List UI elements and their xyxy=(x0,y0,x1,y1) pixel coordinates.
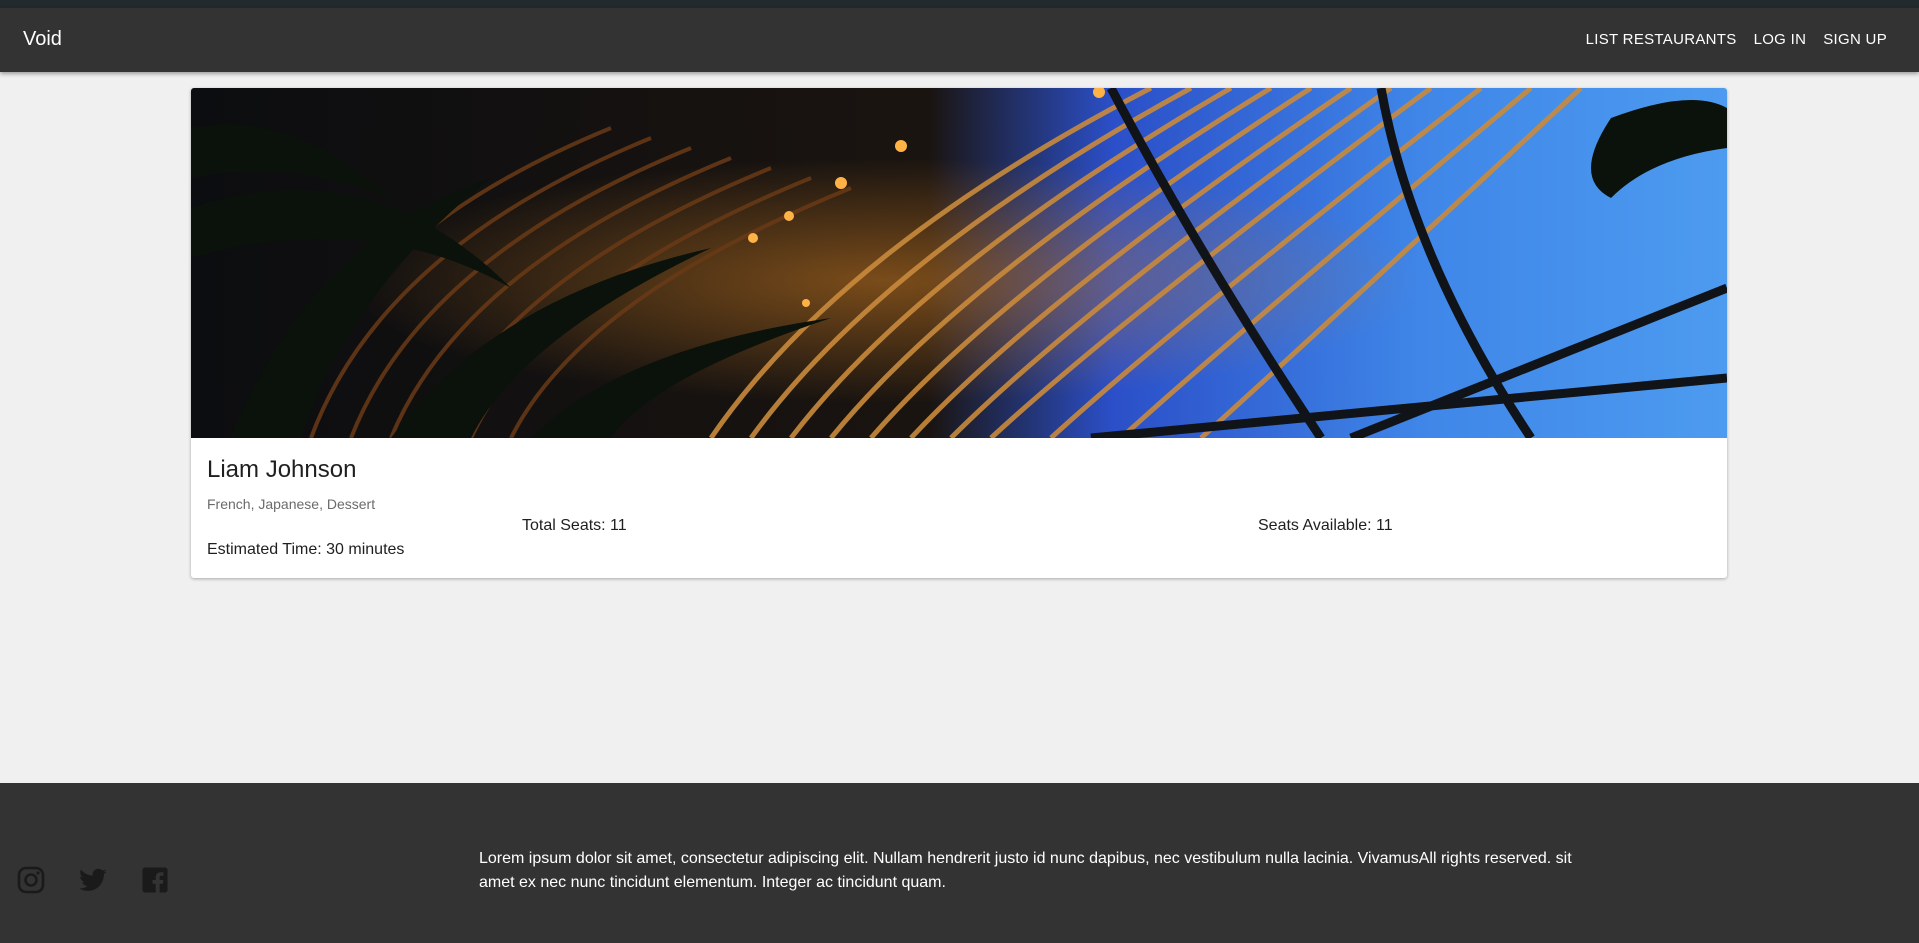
restaurant-card[interactable]: Liam Johnson French, Japanese, Dessert T… xyxy=(191,88,1727,578)
brand-logo[interactable]: Void xyxy=(23,28,62,51)
app-bar: Void LIST RESTAURANTS LOG IN SIGN UP xyxy=(0,8,1919,72)
restaurant-name: Liam Johnson xyxy=(207,456,357,483)
footer-text: Lorem ipsum dolor sit amet, consectetur … xyxy=(479,850,1572,891)
instagram-icon[interactable] xyxy=(16,865,46,895)
twitter-icon[interactable] xyxy=(78,865,108,895)
restaurant-cuisines: French, Japanese, Dessert xyxy=(207,496,376,512)
seats-available: Seats Available: 11 xyxy=(1258,517,1393,534)
nav-sign-up[interactable]: SIGN UP xyxy=(1823,31,1887,48)
nav-log-in[interactable]: LOG IN xyxy=(1754,31,1807,48)
restaurant-image xyxy=(191,88,1727,438)
estimated-time: Estimated Time: 30 minutes xyxy=(207,541,405,558)
main-nav: LIST RESTAURANTS LOG IN SIGN UP xyxy=(1586,31,1887,48)
social-links xyxy=(16,865,170,895)
nav-list-restaurants[interactable]: LIST RESTAURANTS xyxy=(1586,31,1737,48)
top-strip xyxy=(0,0,1919,8)
facebook-icon[interactable] xyxy=(140,865,170,895)
total-seats: Total Seats: 11 xyxy=(522,517,627,534)
